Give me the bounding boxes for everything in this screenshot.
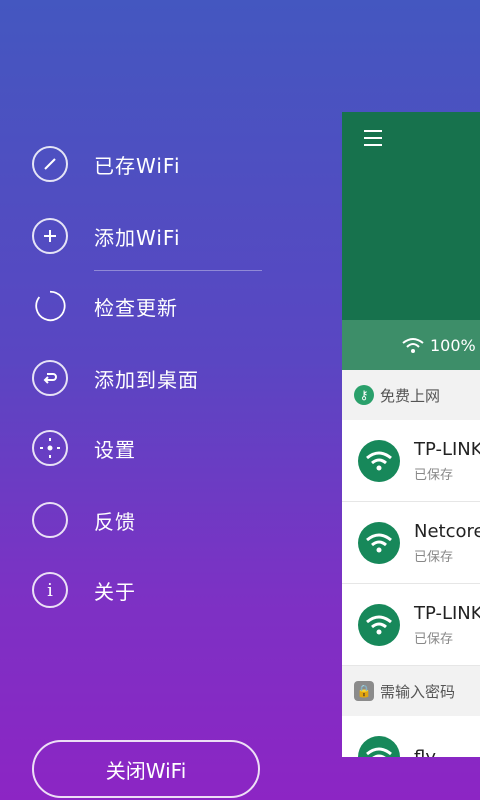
menu-item-label: 添加WiFi <box>94 225 181 250</box>
signal-bar: 100% <box>342 320 480 370</box>
menu-item-feedback[interactable]: 反馈 <box>32 498 136 542</box>
edit-icon <box>32 146 68 182</box>
section-label: 需输入密码 <box>380 682 456 701</box>
section-free: ⚷ 免费上网 <box>342 370 480 420</box>
network-status: 已保存 <box>414 467 454 483</box>
menu-item-label: 关于 <box>94 579 136 604</box>
menu-item-check-update[interactable]: 检查更新 <box>32 284 178 328</box>
return-icon <box>32 360 68 396</box>
settings-icon <box>32 430 68 466</box>
network-name: fly <box>414 746 436 758</box>
menu-item-add-wifi[interactable]: 添加WiFi <box>32 214 181 258</box>
menu-item-label: 添加到桌面 <box>94 367 199 392</box>
menu-item-saved-wifi[interactable]: 已存WiFi <box>32 142 181 186</box>
network-row[interactable]: TP-LINK 已保存 <box>342 420 480 502</box>
menu-item-label: 检查更新 <box>94 295 178 320</box>
menu-item-about[interactable]: i 关于 <box>32 568 136 612</box>
wifi-icon <box>358 521 400 564</box>
wifi-icon <box>358 439 400 482</box>
close-wifi-button[interactable]: 关闭WiFi <box>32 740 260 798</box>
menu-item-label: 设置 <box>94 437 136 462</box>
network-status: 已保存 <box>414 631 454 647</box>
lock-icon: 🔒 <box>354 681 374 701</box>
header-banner <box>342 112 480 320</box>
section-label: 免费上网 <box>380 386 441 405</box>
main-content-preview[interactable]: 100% ⚷ 免费上网 TP-LINK 已保存 Netcore 已保存 TP-L… <box>342 112 480 757</box>
section-password: 🔒 需输入密码 <box>342 666 480 716</box>
menu-item-settings[interactable]: 设置 <box>32 426 136 470</box>
wifi-signal-icon <box>402 338 424 353</box>
plus-icon <box>32 218 68 254</box>
info-icon: i <box>32 572 68 608</box>
network-name: Netcore <box>414 520 480 542</box>
feedback-icon <box>32 502 68 538</box>
network-name: TP-LINK <box>414 438 480 460</box>
network-row[interactable]: Netcore 已保存 <box>342 502 480 584</box>
key-icon: ⚷ <box>354 385 374 405</box>
wifi-icon <box>358 603 400 646</box>
network-row[interactable]: TP-LINK 已保存 <box>342 584 480 666</box>
menu-item-label: 反馈 <box>94 509 136 534</box>
hamburger-menu-icon[interactable] <box>364 130 382 151</box>
network-row[interactable]: fly <box>342 716 480 757</box>
menu-item-label: 已存WiFi <box>94 153 181 178</box>
menu-item-add-desktop[interactable]: 添加到桌面 <box>32 356 199 400</box>
refresh-icon <box>32 288 68 324</box>
signal-strength: 100% <box>430 335 476 355</box>
network-status: 已保存 <box>414 549 454 565</box>
menu-divider <box>94 270 262 271</box>
network-name: TP-LINK <box>414 602 480 624</box>
wifi-icon <box>358 736 400 757</box>
